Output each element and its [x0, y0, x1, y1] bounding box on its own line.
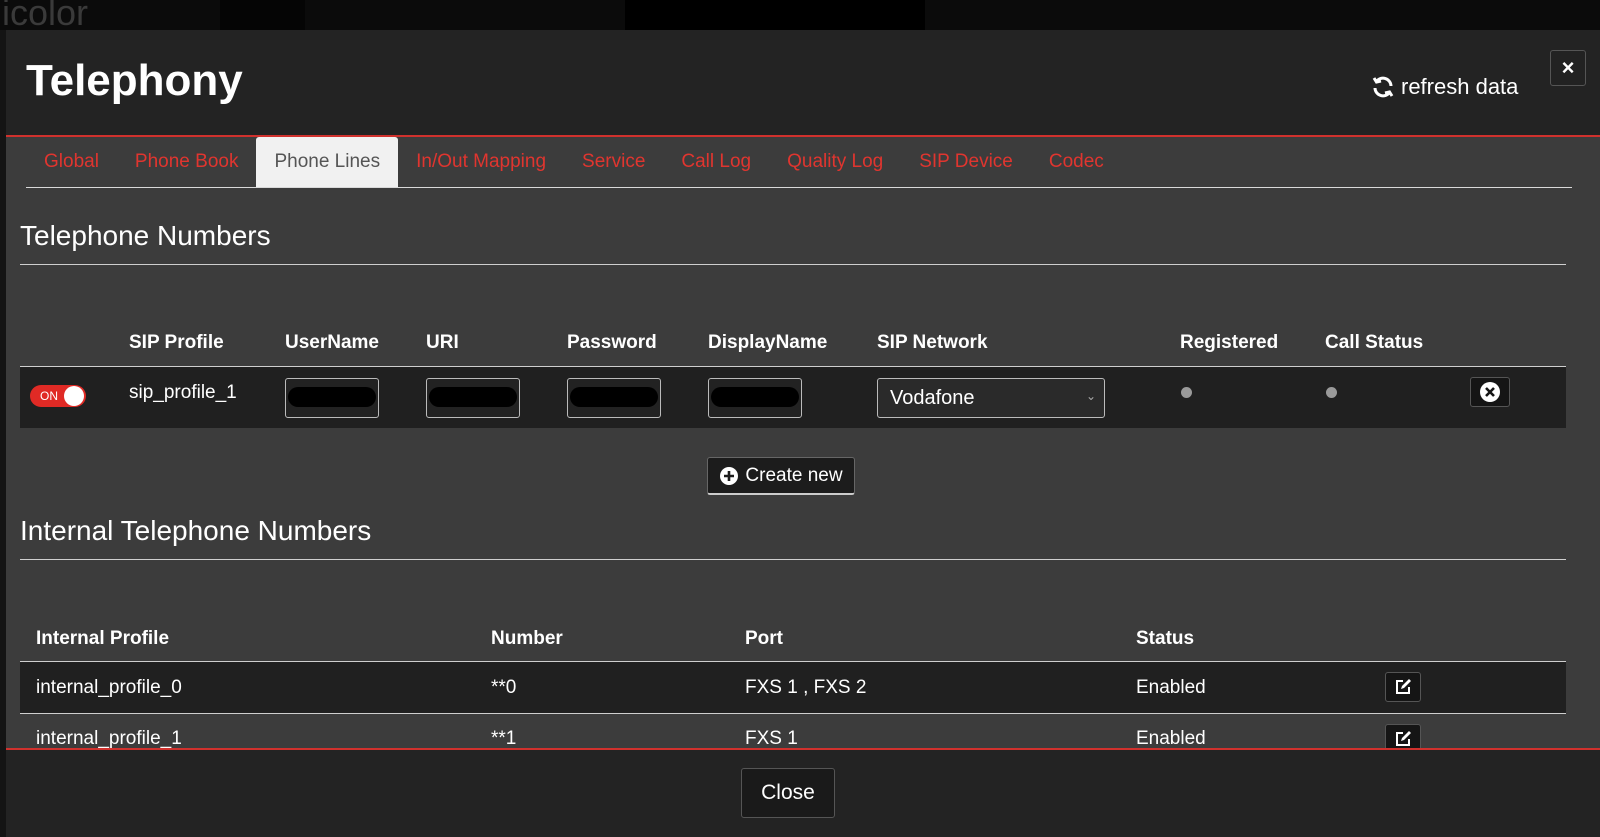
close-circle-icon [1480, 382, 1500, 402]
tab-global[interactable]: Global [26, 137, 117, 187]
enable-toggle[interactable]: ON [30, 385, 86, 407]
port-cell: FXS 1 [745, 728, 798, 749]
tab-phone-lines[interactable]: Phone Lines [256, 137, 399, 187]
col-number: Number [491, 628, 563, 649]
col-registered: Registered [1180, 332, 1279, 353]
tab-in-out-mapping[interactable]: In/Out Mapping [398, 137, 564, 187]
redacted-value [711, 387, 799, 407]
col-display-name: DisplayName [708, 332, 828, 353]
delete-button[interactable] [1470, 377, 1510, 407]
edit-icon [1396, 731, 1411, 746]
username-field[interactable] [285, 378, 379, 418]
edit-icon [1396, 679, 1411, 694]
toggle-label: ON [40, 389, 58, 403]
status-cell: Enabled [1136, 677, 1206, 698]
background-block [220, 0, 305, 30]
section-divider [20, 264, 1566, 265]
telephone-numbers-title: Telephone Numbers [20, 220, 271, 251]
number-cell: **1 [491, 728, 517, 749]
modal-footer: Close [6, 748, 1600, 837]
port-cell: FXS 1 , FXS 2 [745, 677, 867, 698]
tab-quality-log[interactable]: Quality Log [769, 137, 901, 187]
redacted-value [288, 387, 376, 407]
plus-circle-icon [720, 466, 739, 485]
sip-profile-value: sip_profile_1 [129, 382, 237, 403]
close-icon[interactable]: × [1550, 50, 1586, 86]
redacted-value [429, 387, 517, 407]
status-cell: Enabled [1136, 728, 1206, 749]
create-new-button[interactable]: Create new [707, 457, 855, 495]
background-block [625, 0, 925, 30]
tab-bar: Global Phone Book Phone Lines In/Out Map… [26, 137, 1572, 188]
toggle-knob [64, 386, 84, 406]
tab-sip-device[interactable]: SIP Device [901, 137, 1031, 187]
col-sip-network: SIP Network [877, 332, 988, 353]
internal-profile-cell: internal_profile_0 [36, 677, 182, 698]
internal-profile-cell: internal_profile_1 [36, 728, 182, 749]
redacted-value [570, 387, 658, 407]
chevron-down-icon: ⌄ [1085, 389, 1096, 403]
refresh-icon [1372, 76, 1394, 98]
tab-codec[interactable]: Codec [1031, 137, 1122, 187]
tab-service[interactable]: Service [564, 137, 663, 187]
display-name-field[interactable] [708, 378, 802, 418]
close-button[interactable]: Close [741, 768, 835, 818]
col-port: Port [745, 628, 783, 649]
tab-call-log[interactable]: Call Log [663, 137, 769, 187]
internal-numbers-title: Internal Telephone Numbers [20, 515, 372, 546]
uri-field[interactable] [426, 378, 520, 418]
col-uri: URI [426, 332, 459, 353]
registered-status-dot [1181, 387, 1192, 398]
row-divider [20, 713, 1566, 714]
col-sip-profile: SIP Profile [129, 332, 224, 353]
col-status: Status [1136, 628, 1195, 649]
modal-header: Telephony refresh data × [6, 30, 1600, 137]
col-call-status: Call Status [1325, 332, 1424, 353]
telephony-modal: Telephony refresh data × Global Phone Bo… [6, 30, 1600, 835]
col-username: UserName [285, 332, 379, 353]
call-status-dot [1326, 387, 1337, 398]
edit-button[interactable] [1385, 672, 1421, 702]
number-cell: **0 [491, 677, 517, 698]
modal-title: Telephony [26, 56, 243, 105]
sip-network-select[interactable]: Vodafone ⌄ [877, 378, 1105, 418]
col-password: Password [567, 332, 657, 353]
create-new-label: Create new [745, 464, 843, 486]
refresh-data-button[interactable]: refresh data [1371, 74, 1518, 100]
sip-network-value: Vodafone [890, 387, 975, 409]
password-field[interactable] [567, 378, 661, 418]
background-text: icolor [2, 0, 89, 33]
tab-phone-book[interactable]: Phone Book [117, 137, 257, 187]
section-divider [20, 559, 1566, 560]
col-internal-profile: Internal Profile [36, 628, 170, 649]
refresh-label: refresh data [1401, 74, 1519, 99]
